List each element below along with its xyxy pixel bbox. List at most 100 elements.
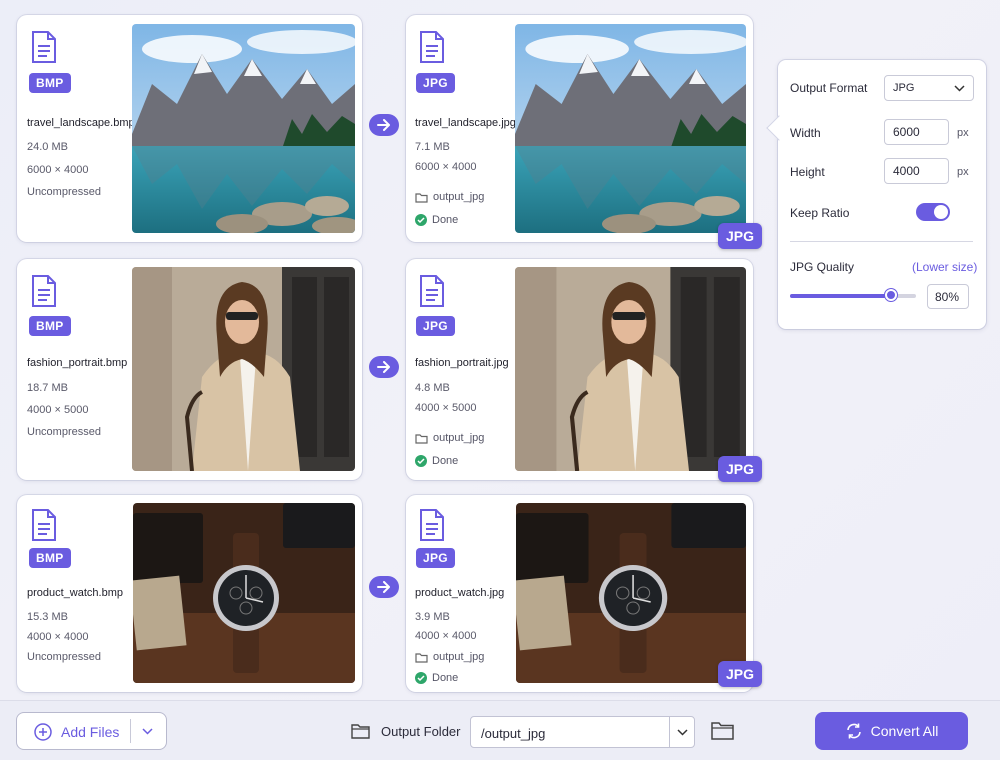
arrow-right-icon — [377, 119, 390, 131]
format-badge: BMP — [29, 548, 71, 568]
file-name: travel_landscape.jpg — [415, 117, 516, 129]
file-name: fashion_portrait.jpg — [415, 357, 509, 369]
file-icon — [32, 275, 56, 307]
output-folder-label: output_jpg — [415, 191, 484, 203]
output-folder-select[interactable]: /output_jpg — [470, 716, 695, 748]
output-format-tag: JPG — [718, 223, 762, 249]
format-badge: JPG — [416, 316, 455, 336]
arrow-right-icon — [377, 581, 390, 593]
output-folder-label: output_jpg — [415, 432, 484, 444]
status-done: Done — [415, 455, 458, 467]
panel-divider — [790, 241, 973, 242]
output-format-tag: JPG — [718, 661, 762, 687]
file-compression: Uncompressed — [27, 651, 101, 663]
add-files-label: Add Files — [61, 724, 120, 740]
file-name: product_watch.jpg — [415, 587, 505, 599]
file-size: 3.9 MB — [415, 611, 450, 623]
file-icon — [420, 31, 444, 63]
file-size: 4.8 MB — [415, 382, 450, 394]
output-format-select[interactable]: JPG — [884, 75, 974, 101]
add-files-divider — [130, 719, 131, 743]
output-folder-value: /output_jpg — [481, 726, 546, 741]
file-icon — [32, 31, 56, 63]
convert-all-button[interactable]: Convert All — [815, 712, 968, 750]
quality-value-input[interactable]: 80% — [927, 284, 969, 309]
source-card-2[interactable]: BMP fashion_portrait.bmp 18.7 MB 4000 × … — [17, 259, 362, 480]
thumbnail-portrait — [132, 267, 355, 471]
output-folder-label: output_jpg — [415, 651, 484, 663]
check-icon — [415, 214, 427, 226]
file-icon — [32, 509, 56, 541]
browse-folder-icon[interactable] — [711, 721, 734, 740]
file-name: fashion_portrait.bmp — [27, 357, 128, 369]
folder-icon — [415, 652, 428, 663]
thumbnail-landscape — [515, 24, 746, 233]
thumbnail-watch — [516, 503, 746, 683]
chevron-down-icon — [677, 729, 688, 736]
width-unit: px — [957, 127, 969, 139]
output-format-label: Output Format — [790, 81, 868, 95]
toggle-knob — [934, 205, 948, 219]
keep-ratio-toggle[interactable] — [916, 203, 950, 221]
file-dimensions: 6000 × 4000 — [27, 164, 89, 176]
status-done: Done — [415, 672, 458, 684]
quality-slider-handle[interactable] — [884, 289, 897, 301]
file-compression: Uncompressed — [27, 186, 101, 198]
file-name: travel_landscape.bmp — [27, 117, 135, 129]
height-label: Height — [790, 165, 825, 179]
keep-ratio-label: Keep Ratio — [790, 206, 850, 220]
file-name: product_watch.bmp — [27, 587, 123, 599]
file-size: 15.3 MB — [27, 611, 68, 623]
height-input[interactable]: 4000 — [884, 158, 949, 184]
quality-slider[interactable] — [790, 289, 916, 301]
file-size: 7.1 MB — [415, 141, 450, 153]
check-icon — [415, 455, 427, 467]
chevron-down-icon[interactable] — [142, 728, 153, 735]
add-circle-icon — [34, 723, 52, 741]
thumbnail-portrait — [515, 267, 746, 471]
file-dimensions: 4000 × 5000 — [27, 404, 89, 416]
file-icon — [420, 275, 444, 307]
source-card-3[interactable]: BMP product_watch.bmp 15.3 MB 4000 × 400… — [17, 495, 362, 692]
source-card-1[interactable]: BMP travel_landscape.bmp 24.0 MB 6000 × … — [17, 15, 362, 242]
thumbnail-watch — [133, 503, 355, 683]
width-label: Width — [790, 126, 821, 140]
add-files-button[interactable]: Add Files — [16, 712, 167, 750]
quality-slider-fill — [790, 294, 891, 298]
refresh-icon — [846, 723, 861, 739]
thumbnail-landscape — [132, 24, 355, 233]
folder-icon — [415, 433, 428, 444]
select-divider — [669, 717, 670, 747]
output-card-3[interactable]: JPG product_watch.jpg 3.9 MB 4000 × 4000… — [406, 495, 753, 692]
folder-icon — [415, 192, 428, 203]
file-compression: Uncompressed — [27, 426, 101, 438]
output-format-tag: JPG — [718, 456, 762, 482]
chevron-down-icon — [954, 85, 965, 92]
output-card-1[interactable]: JPG travel_landscape.jpg 7.1 MB 6000 × 4… — [406, 15, 753, 242]
height-unit: px — [957, 166, 969, 178]
file-size: 24.0 MB — [27, 141, 68, 153]
status-done: Done — [415, 214, 458, 226]
output-card-2[interactable]: JPG fashion_portrait.jpg 4.8 MB 4000 × 5… — [406, 259, 753, 480]
file-icon — [420, 509, 444, 541]
output-folder-label: Output Folder — [381, 724, 461, 739]
convert-arrow-button[interactable] — [369, 576, 399, 598]
convert-arrow-button[interactable] — [369, 356, 399, 378]
file-dimensions: 4000 × 4000 — [415, 630, 477, 642]
format-badge: JPG — [416, 73, 455, 93]
convert-all-label: Convert All — [870, 723, 939, 739]
file-size: 18.7 MB — [27, 382, 68, 394]
format-badge: BMP — [29, 73, 71, 93]
arrow-right-icon — [377, 361, 390, 373]
quality-hint: (Lower size) — [912, 260, 978, 274]
width-input[interactable]: 6000 — [884, 119, 949, 145]
folder-icon — [351, 724, 370, 739]
file-dimensions: 4000 × 4000 — [27, 631, 89, 643]
format-badge: JPG — [416, 548, 455, 568]
jpg-quality-label: JPG Quality — [790, 260, 855, 274]
check-icon — [415, 672, 427, 684]
file-dimensions: 6000 × 4000 — [415, 161, 477, 173]
format-badge: BMP — [29, 316, 71, 336]
file-dimensions: 4000 × 5000 — [415, 402, 477, 414]
convert-arrow-button[interactable] — [369, 114, 399, 136]
